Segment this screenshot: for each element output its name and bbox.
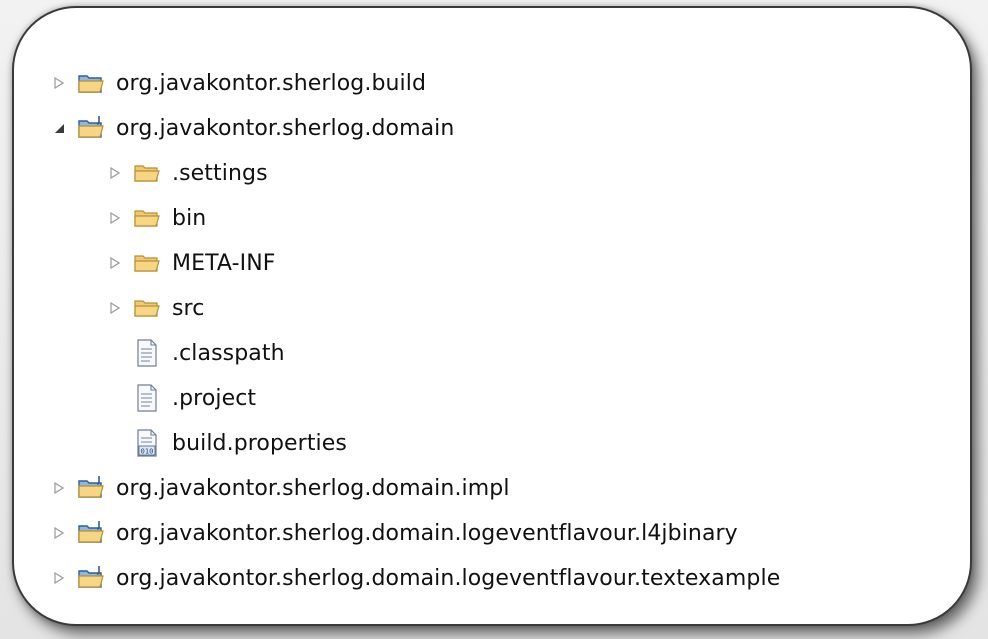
folder-icon <box>132 203 162 233</box>
expand-arrow-icon[interactable] <box>50 63 68 103</box>
tree-item-build-properties[interactable]: 010 build.properties <box>132 423 347 463</box>
java-project-icon <box>76 563 106 593</box>
tree-item-l4jbinary[interactable]: org.javakontor.sherlog.domain.logeventfl… <box>50 513 738 553</box>
tree-item-label: org.javakontor.sherlog.domain.logeventfl… <box>116 565 781 591</box>
tree-item-textexample[interactable]: org.javakontor.sherlog.domain.logeventfl… <box>50 558 780 598</box>
tree-item-domain[interactable]: org.javakontor.sherlog.domain <box>50 108 454 148</box>
folder-icon <box>132 293 162 323</box>
svg-text:010: 010 <box>141 448 154 456</box>
expand-arrow-icon[interactable] <box>50 558 68 598</box>
project-explorer-panel: org.javakontor.sherlog.build org.javakon… <box>12 6 972 626</box>
java-project-icon <box>76 113 106 143</box>
tree-item-label: org.javakontor.sherlog.domain.impl <box>116 475 510 501</box>
tree-item-project[interactable]: .project <box>132 378 256 418</box>
tree-item-classpath[interactable]: .classpath <box>132 333 285 373</box>
tree-item-label: org.javakontor.sherlog.build <box>116 70 427 96</box>
expand-arrow-icon[interactable] <box>50 513 68 553</box>
java-project-icon <box>76 518 106 548</box>
tree-item-label: bin <box>172 205 207 231</box>
text-file-icon <box>132 338 162 368</box>
tree-item-domain-impl[interactable]: org.javakontor.sherlog.domain.impl <box>50 468 510 508</box>
tree-item-label: .settings <box>172 160 268 186</box>
expand-arrow-icon[interactable] <box>106 153 124 193</box>
expand-arrow-icon[interactable] <box>106 243 124 283</box>
tree-item-label: org.javakontor.sherlog.domain <box>116 115 455 141</box>
tree-item-label: .classpath <box>172 340 285 366</box>
expand-arrow-icon[interactable] <box>50 468 68 508</box>
folder-project-icon <box>76 68 106 98</box>
tree-item-label: build.properties <box>172 430 347 456</box>
tree-item-label: META-INF <box>172 250 276 276</box>
binary-file-icon: 010 <box>132 428 162 458</box>
tree-item-label: .project <box>172 385 257 411</box>
tree-item-src[interactable]: src <box>106 288 204 328</box>
text-file-icon <box>132 383 162 413</box>
folder-icon <box>132 158 162 188</box>
tree-item-build[interactable]: org.javakontor.sherlog.build <box>50 63 426 103</box>
project-tree: org.javakontor.sherlog.build org.javakon… <box>14 8 970 624</box>
tree-item-label: src <box>172 295 205 321</box>
tree-item-label: org.javakontor.sherlog.domain.logeventfl… <box>116 520 738 546</box>
java-project-icon <box>76 473 106 503</box>
tree-item-settings[interactable]: .settings <box>106 153 268 193</box>
collapse-arrow-icon[interactable] <box>50 108 68 148</box>
expand-arrow-icon[interactable] <box>106 288 124 328</box>
tree-item-bin[interactable]: bin <box>106 198 206 238</box>
tree-item-meta-inf[interactable]: META-INF <box>106 243 276 283</box>
expand-arrow-icon[interactable] <box>106 198 124 238</box>
folder-icon <box>132 248 162 278</box>
